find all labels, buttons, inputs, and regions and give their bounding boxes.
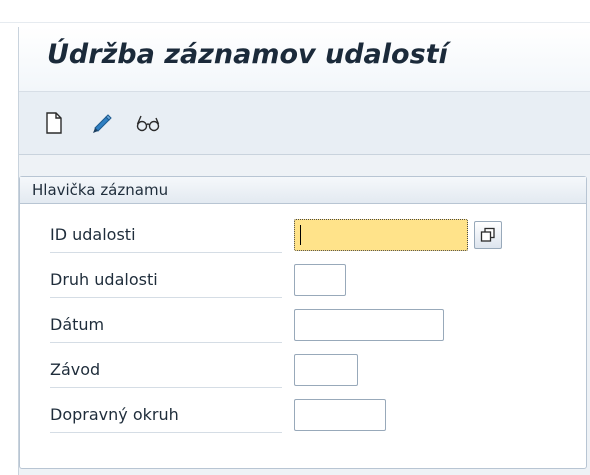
datum-input[interactable] <box>294 309 444 341</box>
field-row-druh-udalosti: Druh udalosti <box>50 264 570 298</box>
pencil-edit-icon <box>93 114 112 133</box>
dopravny-okruh-label: Dopravný okruh <box>50 405 179 424</box>
id-udalosti-label: ID udalosti <box>50 225 136 244</box>
text-cursor <box>300 225 301 245</box>
field-row-zavod: Závod <box>50 354 570 388</box>
value-help-button[interactable] <box>474 221 502 249</box>
group-header: Hlavička záznamu <box>20 177 586 204</box>
record-header-group: Hlavička záznamu ID udalosti Druh udalos… <box>19 176 587 469</box>
top-strip <box>0 0 590 23</box>
field-row-id-udalosti: ID udalosti <box>50 219 570 253</box>
label-underline <box>50 432 282 433</box>
dopravny-okruh-input[interactable] <box>294 399 386 431</box>
zavod-input[interactable] <box>294 354 358 386</box>
transaction-window: Údržba záznamov udalostí Hlavička záznam… <box>18 27 590 475</box>
change-button[interactable] <box>89 110 115 136</box>
create-button[interactable] <box>41 110 67 136</box>
display-button[interactable] <box>135 110 161 136</box>
application-toolbar <box>19 92 590 155</box>
zavod-label: Závod <box>50 360 101 379</box>
field-row-datum: Dátum <box>50 309 570 343</box>
id-udalosti-input[interactable] <box>294 219 468 251</box>
glasses-display-icon <box>136 115 160 132</box>
datum-label: Dátum <box>50 315 105 334</box>
label-underline <box>50 387 282 388</box>
druh-udalosti-input[interactable] <box>294 264 346 296</box>
title-bar: Údržba záznamov udalostí <box>19 27 590 92</box>
group-title: Hlavička záznamu <box>32 181 169 199</box>
label-underline <box>50 252 282 253</box>
field-row-dopravny-okruh: Dopravný okruh <box>50 399 570 433</box>
page-title: Údržba záznamov udalostí <box>47 39 448 70</box>
label-underline <box>50 342 282 343</box>
druh-udalosti-label: Druh udalosti <box>50 270 158 289</box>
label-underline <box>50 297 282 298</box>
new-document-icon <box>46 112 62 134</box>
value-help-icon <box>480 227 495 242</box>
